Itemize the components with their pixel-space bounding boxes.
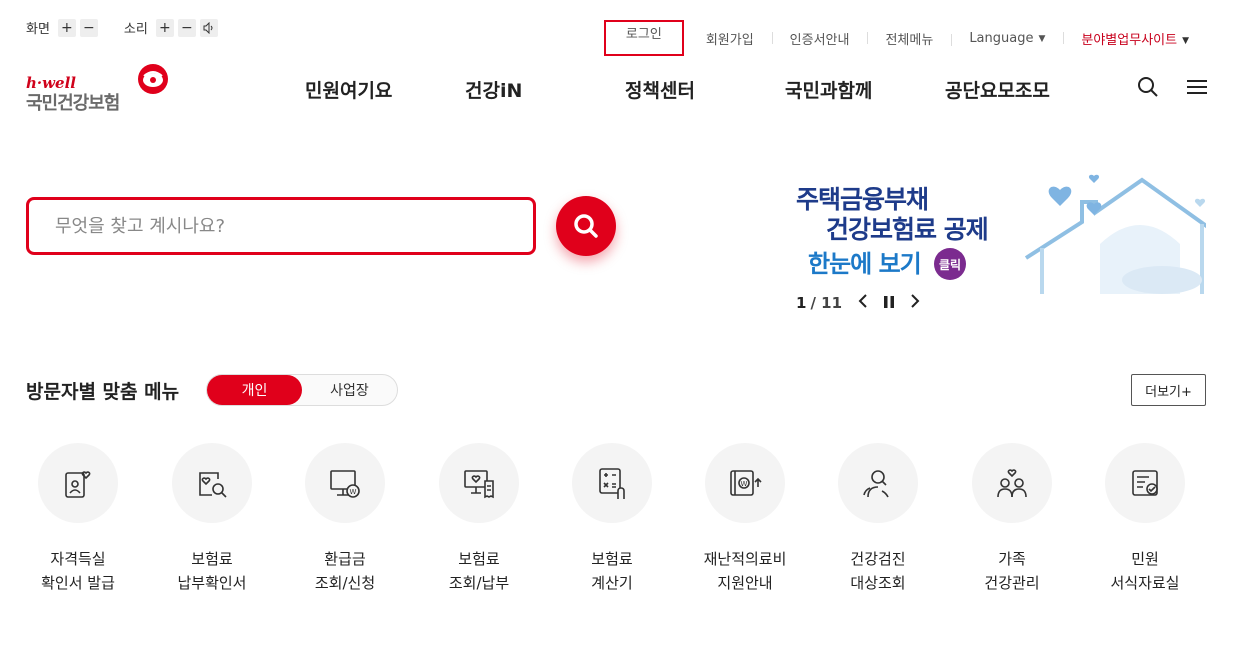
quick-menu-label: 재난적의료비 지원안내 (703, 550, 787, 592)
screen-zoom-label: 화면 (26, 22, 50, 37)
caret-down-icon: ▼ (1038, 33, 1046, 44)
login-link[interactable]: 로그인 (603, 20, 684, 56)
main-search-box (26, 197, 536, 255)
quick-menu-label: 건강검진 대상조회 (850, 550, 906, 592)
monitor-receipt-icon (464, 470, 494, 499)
quick-menu-label: 민원 서식자료실 (1110, 550, 1180, 592)
join-link[interactable]: 회원가입 (688, 29, 772, 48)
svg-text:W: W (350, 488, 357, 496)
sound-down-button[interactable]: − (177, 18, 196, 37)
quick-menu-item[interactable]: W 환급금 조회/신청 (280, 443, 410, 595)
pause-icon[interactable] (884, 293, 895, 312)
search-icon[interactable] (1137, 76, 1159, 102)
quick-menu-label: 보험료 납부확인서 (177, 550, 247, 592)
quick-menu-item[interactable]: 건강검진 대상조회 (813, 443, 943, 595)
nav-with-citizens[interactable]: 국민과함께 (785, 76, 945, 103)
header-icons (1109, 76, 1207, 102)
search-input[interactable] (55, 215, 533, 237)
field-sites-label: 분야별업무사이트 (1081, 32, 1178, 48)
logo-title: 국민건강보험 (26, 93, 120, 114)
top-links: 로그인 회원가입 인증서안내 전체메뉴 Language ▼ 분야별업무사이트 ▼ (603, 20, 1207, 56)
more-button[interactable]: 더보기+ (1131, 374, 1206, 406)
document-search-icon (199, 472, 227, 498)
caret-down-icon: ▼ (1182, 35, 1189, 46)
banner-line3: 한눈에 보기 (808, 250, 922, 278)
quick-menu-item[interactable]: W 재난적의료비 지원안내 (680, 443, 810, 595)
quick-menu-item[interactable]: 보험료 조회/납부 (414, 443, 544, 595)
form-check-icon (1132, 470, 1158, 496)
nav-policy-center[interactable]: 정책센터 (625, 76, 785, 103)
id-card-heart-icon (65, 471, 91, 498)
wallet-won-icon: W (730, 470, 762, 496)
nav-civil-service[interactable]: 민원여기요 (305, 76, 465, 103)
sound-label: 소리 (123, 22, 148, 37)
tab-business[interactable]: 사업장 (302, 375, 397, 405)
screen-zoom-out-button[interactable]: − (79, 18, 98, 37)
banner-total-pages: / 11 (810, 293, 843, 312)
accessibility-controls: 화면 + − 소리 + − (26, 18, 244, 37)
speaker-icon[interactable] (199, 18, 218, 37)
banner-current-page: 1 (796, 293, 807, 312)
svg-text:W: W (741, 480, 748, 488)
promo-banner[interactable]: 주택금융부채 건강보험료 공제 한눈에 보기 클릭 (782, 172, 1206, 294)
nav-about-agency[interactable]: 공단요모조모 (945, 76, 1050, 103)
monitor-won-icon: W (330, 470, 360, 498)
sound-up-button[interactable]: + (155, 18, 174, 37)
sound-group: 소리 + − (124, 18, 222, 37)
quick-menu-label: 자격득실 확인서 발급 (41, 550, 115, 592)
family-heart-icon (997, 469, 1027, 498)
nhis-logo[interactable]: h·well 국민건강보험 (26, 62, 176, 114)
visitor-menu-title: 방문자별 맞춤 메뉴 (26, 381, 180, 403)
quick-menu-label: 보험료 계산기 (591, 550, 633, 592)
certificate-guide-link[interactable]: 인증서안내 (771, 29, 868, 48)
banner-line2: 건강보험료 공제 (826, 215, 989, 244)
visitor-type-tabs: 개인 사업장 (206, 374, 398, 406)
quick-menu-item[interactable]: 자격득실 확인서 발급 (13, 443, 143, 595)
main-navigation: 민원여기요 건강iN 정책센터 국민과함께 공단요모조모 (305, 76, 1050, 103)
search-icon (574, 214, 598, 238)
search-button[interactable] (556, 196, 616, 256)
language-label: Language (969, 30, 1034, 46)
quick-menu-item[interactable]: 가족 건강관리 (947, 443, 1077, 595)
all-menu-link[interactable]: 전체메뉴 (867, 29, 951, 48)
quick-menu-label: 환급금 조회/신청 (314, 550, 376, 592)
quick-menu-label: 가족 건강관리 (984, 550, 1040, 592)
nav-health-in[interactable]: 건강iN (465, 76, 625, 103)
chevron-left-icon[interactable] (858, 293, 868, 312)
people-search-icon (863, 470, 889, 498)
quick-menu-item[interactable]: 보험료 납부확인서 (147, 443, 277, 595)
screen-zoom-group: 화면 + − (26, 18, 102, 37)
calculator-hand-icon (599, 468, 625, 499)
field-sites-select[interactable]: 분야별업무사이트 ▼ (1063, 29, 1207, 48)
language-select[interactable]: Language ▼ (951, 31, 1063, 46)
chevron-right-icon[interactable] (910, 293, 920, 312)
screen-zoom-in-button[interactable]: + (57, 18, 76, 37)
banner-click-badge: 클릭 (934, 248, 966, 280)
quick-menu-list: 자격득실 확인서 발급 보험료 납부확인서 W 환급금 조회/신청 보험료 조회… (26, 443, 1206, 603)
quick-menu-item[interactable]: 보험료 계산기 (547, 443, 677, 595)
house-illustration-icon (1024, 174, 1206, 294)
banner-pager: 1 / 11 (796, 293, 920, 312)
quick-menu-label: 보험료 조회/납부 (448, 550, 510, 592)
tab-personal[interactable]: 개인 (207, 375, 302, 405)
logo-mark-icon (138, 64, 168, 94)
quick-menu-item[interactable]: 민원 서식자료실 (1080, 443, 1210, 595)
hamburger-menu-icon[interactable] (1187, 78, 1207, 100)
